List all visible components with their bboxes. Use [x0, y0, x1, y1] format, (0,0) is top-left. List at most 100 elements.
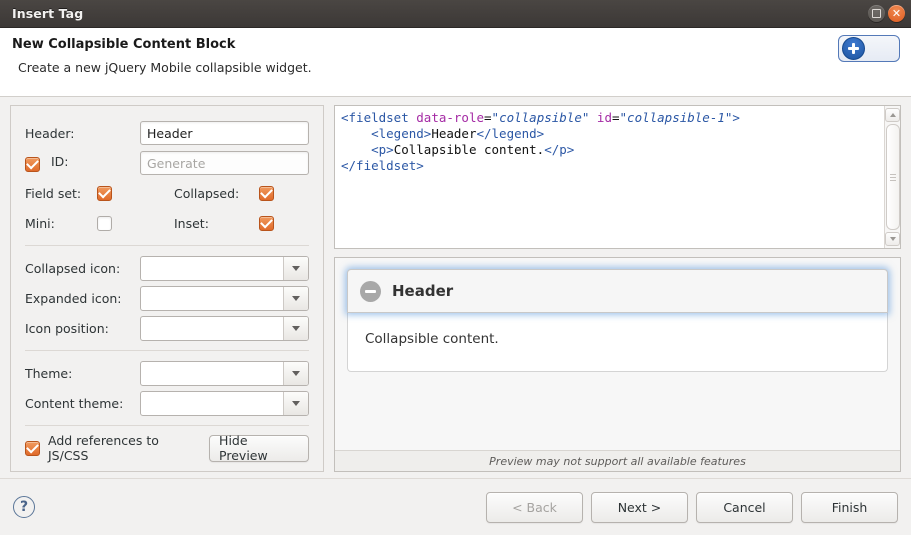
dialog-body: Header: Header ID: Generate Field set: C… — [0, 97, 911, 478]
back-button[interactable]: < Back — [486, 491, 583, 523]
code-scrollbar[interactable] — [884, 106, 900, 248]
form-panel: Header: Header ID: Generate Field set: C… — [10, 105, 324, 472]
code-l1-space2 — [589, 110, 597, 125]
row-id: ID: Generate — [25, 148, 309, 178]
divider — [25, 350, 309, 351]
expanded-icon-label: Expanded icon: — [25, 290, 122, 306]
row-fieldset-collapsed: Field set: Collapsed: — [25, 178, 309, 208]
collapsed-icon-label: Collapsed icon: — [25, 260, 121, 276]
code-editor[interactable]: <fieldset data-role="collapsible" id="co… — [335, 106, 884, 248]
preview-footer-note: Preview may not support all available fe… — [335, 450, 900, 471]
page-subtitle: Create a new jQuery Mobile collapsible w… — [18, 60, 312, 75]
hide-preview-button[interactable]: Hide Preview — [209, 433, 309, 463]
collapsed-icon-value — [141, 257, 283, 280]
row-header: Header: Header — [25, 118, 309, 148]
row-expanded-icon: Expanded icon: — [25, 283, 309, 313]
expanded-icon-select[interactable] — [140, 285, 309, 311]
id-input[interactable]: Generate — [140, 151, 309, 175]
code-l2-open: <legend> — [341, 126, 432, 141]
preview-stage: Header Collapsible content. — [335, 258, 900, 450]
code-l1-val2: "collapsible-1" — [619, 110, 733, 125]
chevron-down-icon[interactable] — [283, 286, 308, 310]
scrollbar-thumb[interactable] — [885, 124, 900, 230]
fieldset-label: Field set: — [25, 185, 82, 201]
header-input[interactable]: Header — [140, 121, 309, 145]
scroll-down-icon[interactable] — [885, 232, 900, 246]
theme-value — [141, 362, 283, 385]
icon-position-select[interactable] — [140, 315, 309, 341]
window-title: Insert Tag — [12, 6, 84, 21]
chevron-down-icon[interactable] — [283, 316, 308, 340]
row-add-references: Add references to JS/CSS Hide Preview — [25, 433, 309, 463]
code-l1-eq: = — [484, 110, 492, 125]
wizard-banner: New Collapsible Content Block Create a n… — [0, 28, 911, 97]
collapsed-label: Collapsed: — [174, 185, 240, 201]
mini-checkbox[interactable] — [97, 215, 112, 231]
add-references-checkbox[interactable] — [25, 440, 40, 456]
code-l2-close: </legend> — [476, 126, 545, 141]
scroll-up-icon[interactable] — [885, 108, 900, 122]
check-icon — [260, 185, 273, 198]
add-references-label: Add references to JS/CSS — [48, 433, 159, 463]
add-button[interactable] — [838, 35, 900, 62]
footer-buttons: < Back Next > Cancel Finish — [486, 491, 898, 523]
code-preview-box: <fieldset data-role="collapsible" id="co… — [334, 105, 901, 249]
code-l3-text: Collapsible content. — [393, 142, 545, 157]
code-l1-val: "collapsible" — [491, 110, 590, 125]
check-icon — [98, 185, 111, 198]
row-mini-inset: Mini: Inset: — [25, 208, 309, 238]
check-icon — [26, 440, 39, 453]
widget-preview-panel: Header Collapsible content. Preview may … — [334, 257, 901, 472]
code-l1-attr2: id — [596, 110, 612, 125]
inset-checkbox[interactable] — [259, 215, 274, 231]
divider — [25, 425, 309, 426]
code-l1-attr: data-role — [416, 110, 485, 125]
restore-icon[interactable] — [868, 5, 885, 22]
code-l1-close: > — [732, 110, 740, 125]
finish-button[interactable]: Finish — [801, 491, 898, 523]
collapsible-content: Collapsible content. — [347, 313, 888, 372]
dialog-footer: ? < Back Next > Cancel Finish — [0, 478, 911, 535]
header-label: Header: — [25, 125, 75, 141]
page-title: New Collapsible Content Block — [12, 37, 236, 52]
content-theme-select[interactable] — [140, 390, 309, 416]
content-theme-label: Content theme: — [25, 395, 124, 411]
id-checkbox[interactable] — [25, 156, 40, 172]
inset-label: Inset: — [174, 215, 209, 231]
check-icon — [26, 156, 39, 170]
id-label: ID: — [50, 154, 69, 169]
row-content-theme: Content theme: — [25, 388, 309, 418]
collapsible-header[interactable]: Header — [347, 269, 888, 313]
collapsible-header-title: Header — [392, 282, 454, 300]
fieldset-checkbox[interactable] — [97, 185, 112, 201]
row-theme: Theme: — [25, 358, 309, 388]
code-l2-text: Header — [431, 126, 477, 141]
code-l3-close: </p> — [544, 142, 575, 157]
code-l3-open: <p> — [341, 142, 394, 157]
chevron-down-icon[interactable] — [283, 361, 308, 385]
mini-label: Mini: — [25, 215, 55, 231]
code-l4: </fieldset> — [341, 158, 424, 173]
check-icon — [260, 215, 273, 228]
close-icon[interactable]: ✕ — [888, 5, 905, 22]
row-collapsed-icon: Collapsed icon: — [25, 253, 309, 283]
collapsed-checkbox[interactable] — [259, 185, 274, 201]
id-label-group: ID: — [25, 154, 140, 172]
theme-select[interactable] — [140, 360, 309, 386]
chevron-down-icon[interactable] — [283, 391, 308, 415]
cancel-button[interactable]: Cancel — [696, 491, 793, 523]
code-l1-eq2: = — [611, 110, 620, 125]
code-l1-tag: fieldset — [348, 110, 409, 125]
icon-position-label: Icon position: — [25, 320, 109, 336]
chevron-down-icon[interactable] — [283, 256, 308, 280]
plus-icon — [842, 37, 865, 60]
grip-icon — [889, 173, 896, 181]
help-icon[interactable]: ? — [13, 496, 35, 518]
right-column: <fieldset data-role="collapsible" id="co… — [334, 105, 901, 472]
window-titlebar: Insert Tag ✕ — [0, 0, 911, 28]
next-button[interactable]: Next > — [591, 491, 688, 523]
content-theme-value — [141, 392, 283, 415]
divider — [25, 245, 309, 246]
code-l1-open: < — [341, 110, 349, 125]
collapsed-icon-select[interactable] — [140, 255, 309, 281]
